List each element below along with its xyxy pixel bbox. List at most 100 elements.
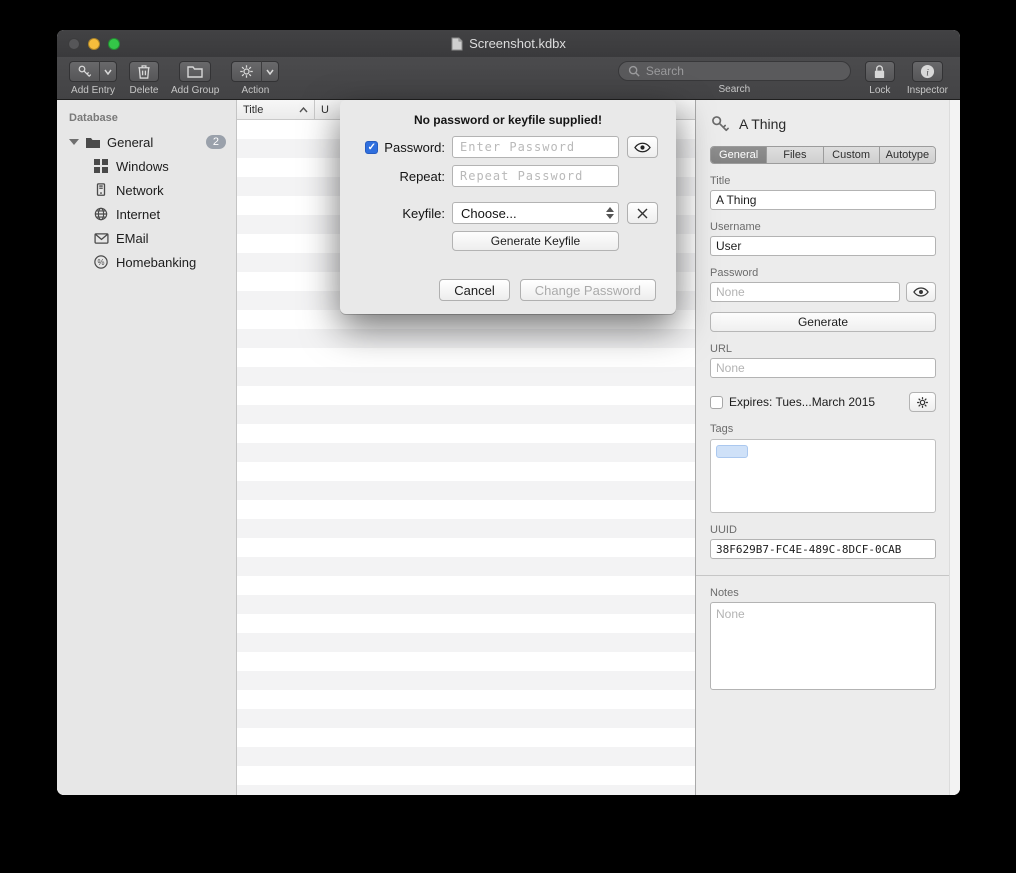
sidebar-header: Database [57,108,236,130]
key-icon [77,64,92,79]
trash-icon [137,64,151,79]
sidebar-item-label: Homebanking [116,255,196,270]
key-icon [710,114,730,134]
title-field[interactable] [710,190,936,210]
column-username-text: U [321,104,329,116]
sidebar-item-windows[interactable]: Windows [57,154,236,178]
add-group-button[interactable] [179,61,211,82]
search-label: Search [719,84,751,95]
cancel-button[interactable]: Cancel [439,279,509,301]
zoom-button[interactable] [108,38,120,50]
url-field[interactable] [710,358,936,378]
url-field-label: URL [710,343,936,355]
close-button[interactable] [68,38,80,50]
folder-icon [85,134,101,150]
search-group: Search [618,61,851,95]
inspector-scrollbar[interactable] [949,100,960,795]
toolbar: Add Entry Delete Add Group [57,57,960,100]
sidebar-item-network[interactable]: Network [57,178,236,202]
inspector-header: A Thing [710,114,936,134]
gear-icon [239,64,254,79]
windows-icon [93,158,109,174]
password-label: Password: [384,140,445,155]
network-icon [93,182,109,198]
stepper-icon [606,207,614,219]
sidebar-item-email[interactable]: EMail [57,226,236,250]
sidebar-item-homebanking[interactable]: % Homebanking [57,250,236,274]
sidebar-item-label: EMail [116,231,149,246]
tab-autotype[interactable]: Autotype [880,147,935,163]
dialog-message: No password or keyfile supplied! [340,113,676,127]
inspector-tabs: General Files Custom Autotype [710,146,936,164]
eye-icon [634,142,651,153]
clear-keyfile-button[interactable] [627,202,658,224]
keyfile-value: Choose... [461,206,517,221]
add-group-group: Add Group [171,61,219,96]
keyfile-label: Keyfile: [402,206,445,221]
password-input[interactable] [452,136,619,158]
uuid-field[interactable] [710,539,936,559]
generate-keyfile-button[interactable]: Generate Keyfile [452,231,619,251]
inspector-button[interactable]: i [912,61,943,82]
envelope-icon [93,230,109,246]
add-entry-group: Add Entry [69,61,117,96]
action-button[interactable] [231,61,261,82]
lock-label: Lock [869,85,890,96]
search-icon [628,65,640,77]
expires-checkbox[interactable] [710,396,723,409]
reveal-password-button[interactable] [627,136,658,158]
folder-icon [187,65,203,78]
expires-row: Expires: Tues...March 2015 [710,392,936,412]
sidebar-item-label: Network [116,183,164,198]
password-field-label: Password [710,267,936,279]
expires-settings-button[interactable] [909,392,936,412]
minimize-button[interactable] [88,38,100,50]
sidebar-item-internet[interactable]: Internet [57,202,236,226]
inspector-panel: A Thing General Files Custom Autotype Ti… [696,100,960,795]
lock-button[interactable] [865,61,895,82]
add-entry-button[interactable] [69,61,99,82]
svg-text:%: % [98,258,105,267]
change-password-dialog: No password or keyfile supplied! ✓ Passw… [340,100,676,314]
add-entry-dropdown[interactable] [99,61,117,82]
notes-field[interactable] [710,602,936,690]
password-field[interactable] [710,282,900,302]
tab-files[interactable]: Files [767,147,823,163]
search-field[interactable] [618,61,851,81]
disclosure-triangle-icon[interactable] [69,139,79,145]
password-checkbox[interactable]: ✓ [365,141,378,154]
action-label: Action [241,85,269,96]
chevron-down-icon [266,69,274,75]
action-group: Action [231,61,279,96]
entry-title: A Thing [739,116,786,132]
column-title-text: Title [243,104,263,116]
repeat-label: Repeat: [399,169,445,184]
username-field[interactable] [710,236,936,256]
toolbar-right: Search Lock i [618,61,950,96]
search-input[interactable] [646,64,841,78]
action-dropdown[interactable] [261,61,279,82]
title-field-label: Title [710,175,936,187]
uuid-label: UUID [710,524,936,536]
delete-button[interactable] [129,61,159,82]
reveal-password-button[interactable] [906,282,936,302]
generate-password-button[interactable]: Generate [710,312,936,332]
keyfile-select[interactable]: Choose... [452,202,619,224]
sidebar-item-general[interactable]: General 2 [57,130,236,154]
sort-ascending-icon [299,107,308,113]
notes-label: Notes [710,587,936,599]
change-password-button[interactable]: Change Password [520,279,656,301]
repeat-input[interactable] [452,165,619,187]
globe-icon [93,206,109,222]
tag-chip[interactable] [716,445,748,458]
tab-general[interactable]: General [711,147,767,163]
tags-box[interactable] [710,439,936,513]
eye-icon [913,287,929,297]
document-icon [451,37,463,51]
username-field-label: Username [710,221,936,233]
lock-group: Lock [865,61,895,96]
sidebar: Database General 2 Windows Network [57,100,237,795]
column-header-title[interactable]: Title [237,100,315,119]
sidebar-item-label: General [107,135,153,150]
tab-custom[interactable]: Custom [824,147,880,163]
